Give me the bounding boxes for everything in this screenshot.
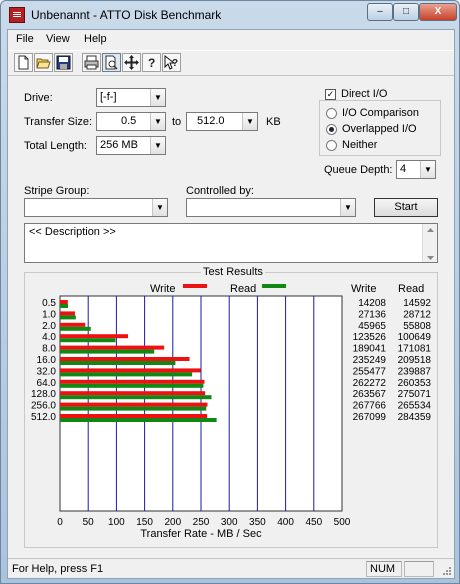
transfer-size-label: 8.0 — [42, 344, 56, 355]
title-bar[interactable]: Unbenannt - ATTO Disk Benchmark – □ X — [1, 1, 459, 29]
transfer-size-label: 128.0 — [31, 389, 56, 400]
write-bar — [60, 322, 86, 327]
window-title: Unbenannt - ATTO Disk Benchmark — [31, 8, 222, 22]
read-bar — [60, 395, 212, 400]
transfer-size-label: 16.0 — [37, 355, 57, 366]
write-value: 189041 — [353, 344, 387, 355]
write-value: 45965 — [358, 321, 386, 332]
write-bar — [60, 300, 68, 304]
write-value: 123526 — [353, 332, 387, 343]
x-tick-label: 50 — [83, 517, 95, 528]
minimize-button[interactable]: – — [367, 3, 393, 21]
write-value: 262272 — [353, 378, 387, 389]
read-value: 239887 — [398, 366, 432, 377]
read-bar — [60, 315, 76, 320]
app-icon[interactable] — [9, 7, 25, 23]
legend-read-swatch — [262, 284, 286, 288]
read-bar — [60, 372, 193, 377]
read-bar — [60, 406, 207, 411]
write-value: 235249 — [353, 355, 387, 366]
status-bar: For Help, press F1 NUM — [8, 558, 454, 578]
transfer-size-label: 512.0 — [31, 412, 56, 423]
x-tick-label: 450 — [305, 517, 322, 528]
read-value: 28712 — [403, 309, 431, 320]
read-value: 260353 — [398, 378, 432, 389]
read-value: 100649 — [398, 332, 432, 343]
read-value: 171081 — [398, 344, 432, 355]
read-bar — [60, 383, 204, 388]
transfer-size-label: 2.0 — [42, 321, 56, 332]
read-value: 265534 — [398, 401, 432, 412]
write-bar — [60, 379, 205, 384]
write-bar — [60, 414, 208, 418]
read-bar — [60, 418, 217, 422]
num-lock-indicator: NUM — [366, 561, 402, 577]
write-value: 14208 — [358, 298, 386, 309]
read-value: 275071 — [398, 389, 432, 400]
x-tick-label: 250 — [193, 517, 210, 528]
write-value: 267766 — [353, 401, 387, 412]
write-value: 263567 — [353, 389, 387, 400]
write-bar — [60, 357, 190, 361]
write-bar — [60, 334, 129, 339]
status-message: For Help, press F1 — [12, 563, 104, 575]
legend-read-label: Read — [230, 283, 256, 295]
transfer-size-label: 256.0 — [31, 401, 56, 412]
read-bar — [60, 304, 69, 308]
transfer-size-label: 32.0 — [37, 366, 57, 377]
write-bar — [60, 345, 165, 350]
x-tick-label: 300 — [221, 517, 238, 528]
close-button[interactable]: X — [419, 3, 457, 21]
transfer-size-label: 0.5 — [42, 298, 56, 309]
read-bar — [60, 326, 91, 331]
maximize-button[interactable]: □ — [393, 3, 419, 21]
results-chart: Write Read Write Read 0.51.02.04.08.016.… — [31, 283, 432, 540]
read-bar — [60, 349, 155, 354]
write-column-header: Write — [351, 283, 376, 295]
transfer-size-label: 1.0 — [42, 309, 56, 320]
client-area: File View Help ? ? Drive: [-f-] ▼ Transf… — [7, 29, 455, 579]
transfer-size-label: 4.0 — [42, 332, 56, 343]
app-window: Unbenannt - ATTO Disk Benchmark – □ X Fi… — [0, 0, 460, 584]
write-value: 27136 — [358, 309, 386, 320]
x-tick-label: 100 — [108, 517, 125, 528]
x-axis-label: Transfer Rate - MB / Sec — [140, 528, 262, 540]
read-value: 284359 — [398, 412, 432, 423]
read-column-header: Read — [398, 283, 424, 295]
write-bar — [60, 368, 201, 373]
write-bar — [60, 402, 208, 407]
legend-write-swatch — [183, 284, 207, 288]
write-value: 267099 — [353, 412, 387, 423]
status-pane-empty — [404, 561, 434, 577]
read-bar — [60, 338, 116, 343]
x-tick-label: 200 — [164, 517, 181, 528]
read-bar — [60, 361, 176, 365]
transfer-size-label: 64.0 — [37, 378, 57, 389]
x-tick-label: 150 — [136, 517, 153, 528]
read-value: 55808 — [403, 321, 431, 332]
read-value: 14592 — [403, 298, 431, 309]
read-value: 209518 — [398, 355, 432, 366]
write-bar — [60, 391, 206, 396]
x-tick-label: 500 — [334, 517, 351, 528]
write-value: 255477 — [353, 366, 387, 377]
resize-grip-icon[interactable] — [440, 564, 452, 576]
x-tick-label: 400 — [277, 517, 294, 528]
x-tick-label: 0 — [57, 517, 63, 528]
x-tick-label: 350 — [249, 517, 266, 528]
legend-write-label: Write — [150, 283, 175, 295]
write-bar — [60, 311, 75, 316]
